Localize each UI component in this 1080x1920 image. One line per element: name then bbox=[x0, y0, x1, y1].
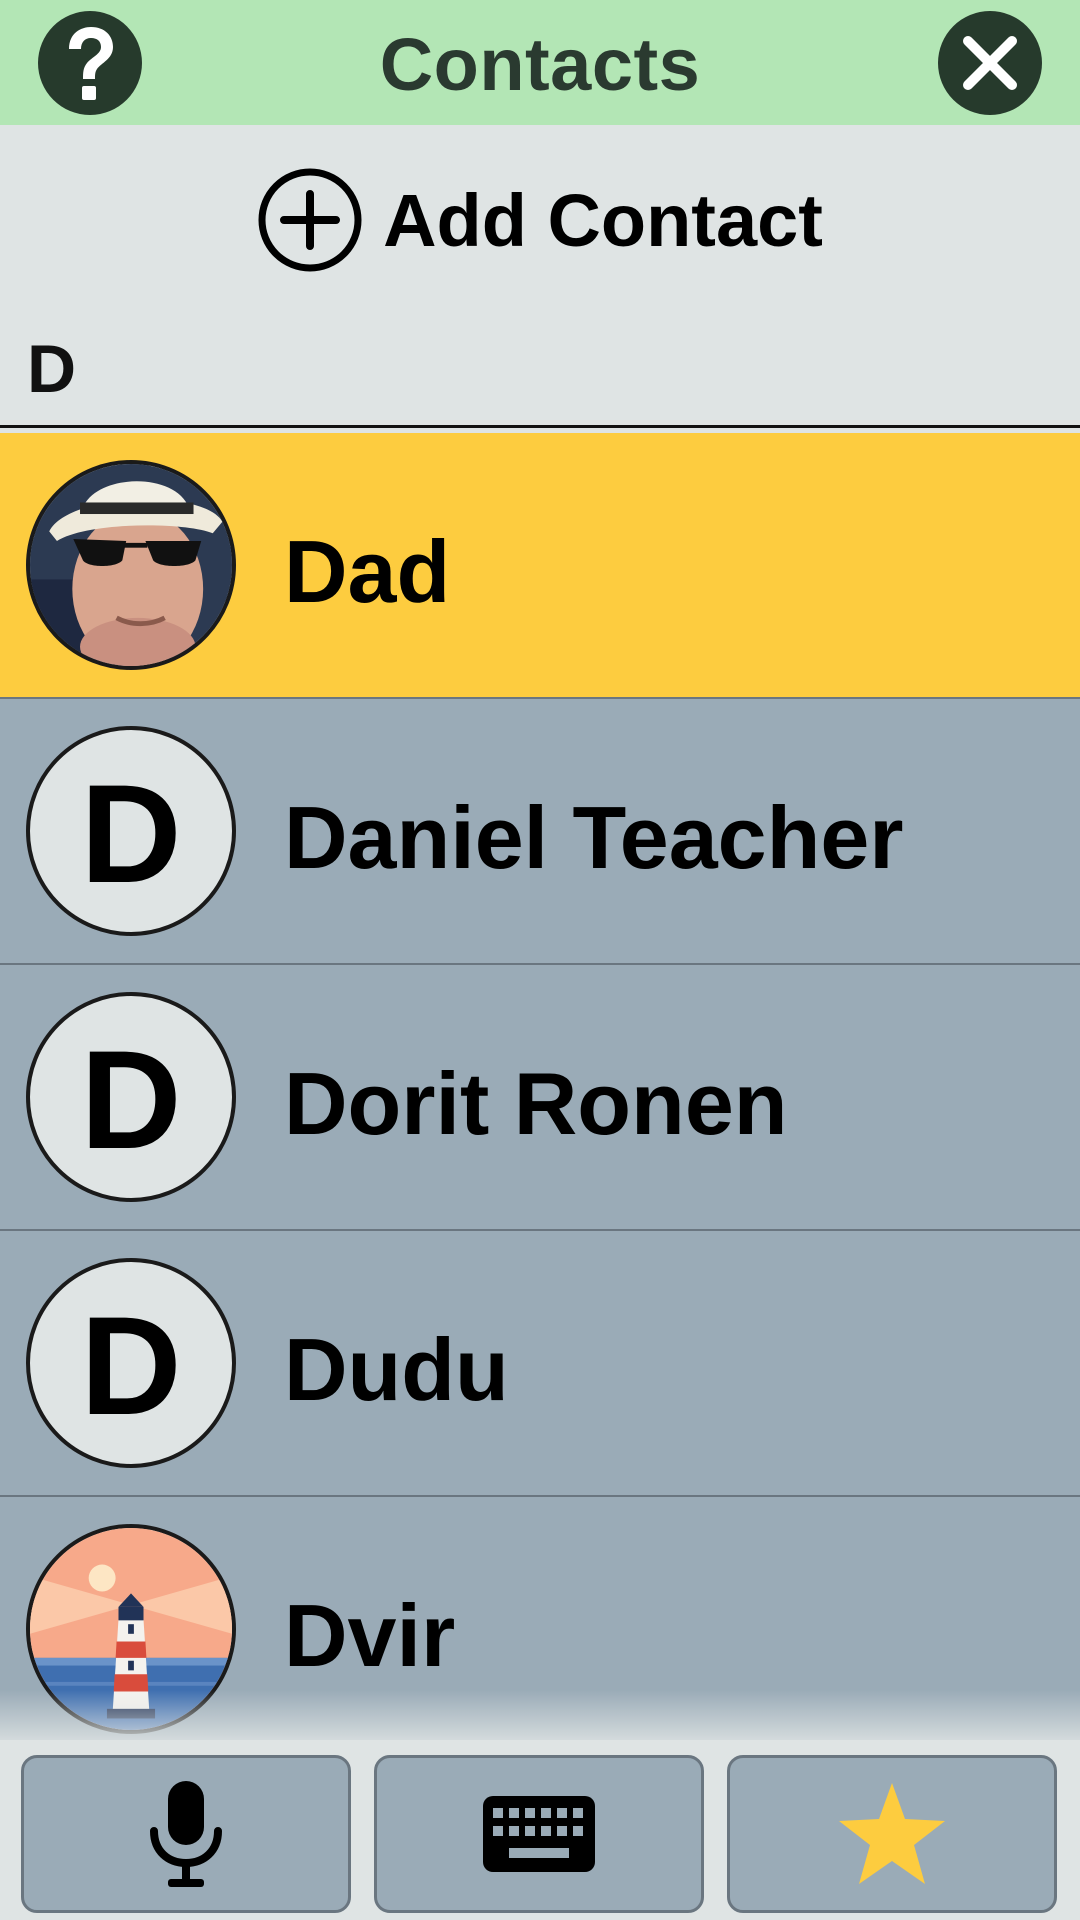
avatar-letter: D bbox=[80, 1021, 182, 1178]
contact-letter-avatar: D bbox=[26, 726, 236, 936]
section-divider bbox=[0, 425, 1080, 428]
avatar-letter: D bbox=[80, 1287, 182, 1444]
contact-name: Dvir bbox=[284, 1586, 456, 1685]
avatar-letter: D bbox=[80, 755, 182, 912]
contacts-screen: Contacts Add Contact D Dad D Daniel Teac… bbox=[0, 0, 1080, 1920]
keyboard-search-button[interactable] bbox=[374, 1755, 704, 1913]
contact-row-dorit-ronen[interactable]: D Dorit Ronen bbox=[0, 965, 1080, 1231]
microphone-icon bbox=[150, 1781, 222, 1887]
voice-search-button[interactable] bbox=[21, 1755, 351, 1913]
add-contact-button[interactable]: Add Contact bbox=[0, 125, 1080, 315]
contact-name: Dorit Ronen bbox=[284, 1054, 788, 1153]
contact-row-dad[interactable]: Dad bbox=[0, 433, 1080, 699]
contact-name: Dad bbox=[284, 522, 451, 621]
contact-name: Daniel Teacher bbox=[284, 788, 904, 887]
section-header-letter: D bbox=[27, 331, 77, 407]
bottom-toolbar bbox=[0, 1740, 1080, 1920]
contact-name: Dudu bbox=[284, 1320, 509, 1419]
contact-letter-avatar: D bbox=[26, 992, 236, 1202]
favorites-button[interactable] bbox=[727, 1755, 1057, 1913]
close-button[interactable] bbox=[938, 11, 1042, 115]
header-bar: Contacts bbox=[0, 0, 1080, 125]
contact-row-dudu[interactable]: D Dudu bbox=[0, 1231, 1080, 1497]
keyboard-icon bbox=[483, 1796, 595, 1872]
star-icon bbox=[839, 1783, 945, 1884]
contact-letter-avatar: D bbox=[26, 1258, 236, 1468]
contact-list: Dad D Daniel Teacher D Dorit Ronen D Dud… bbox=[0, 433, 1080, 1763]
add-contact-label: Add Contact bbox=[383, 178, 823, 262]
contact-photo-avatar bbox=[26, 460, 236, 670]
person-photo-icon bbox=[30, 464, 232, 666]
plus-circle-icon bbox=[258, 168, 362, 272]
close-x-icon bbox=[963, 36, 1017, 90]
contact-row-daniel-teacher[interactable]: D Daniel Teacher bbox=[0, 699, 1080, 965]
page-title: Contacts bbox=[379, 23, 701, 106]
